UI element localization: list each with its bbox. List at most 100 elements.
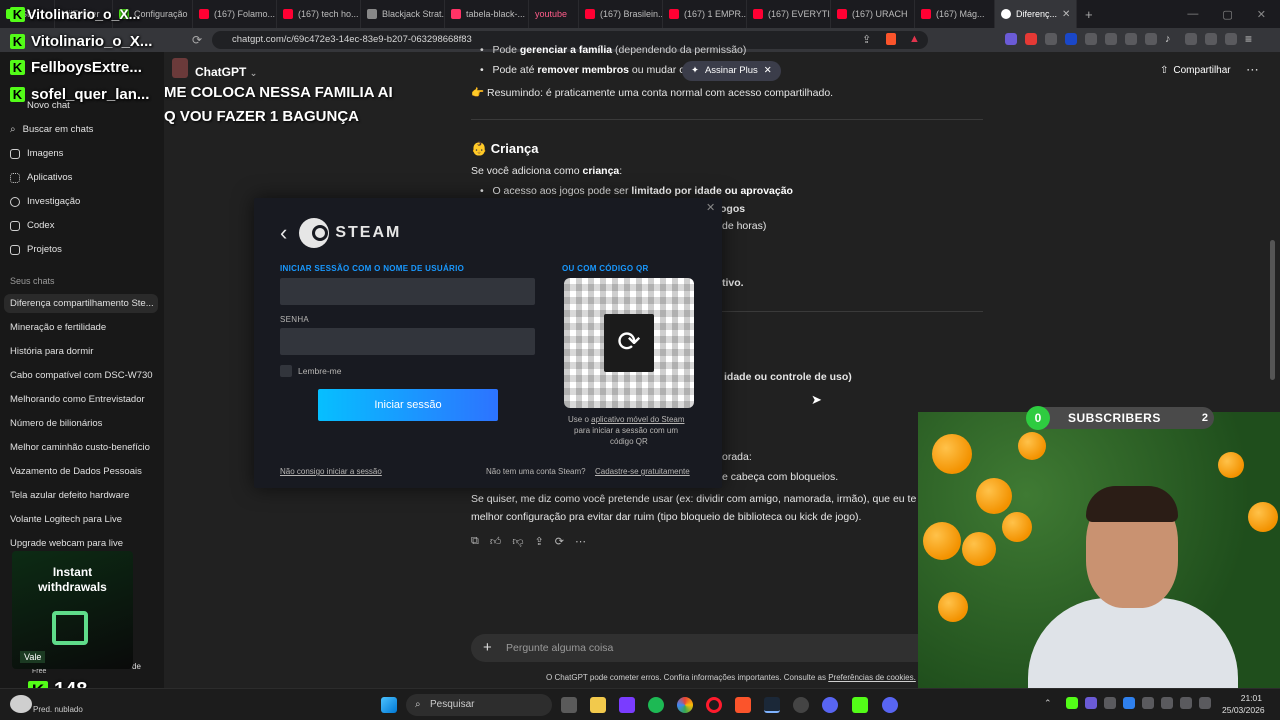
sidebar-item-images[interactable]: Imagens [10, 148, 63, 159]
extension-icon[interactable] [1065, 33, 1077, 45]
brave-icon[interactable] [735, 697, 751, 713]
tray-icon[interactable] [1085, 697, 1097, 709]
task-view-icon[interactable] [561, 697, 577, 713]
volume-icon[interactable] [1180, 697, 1192, 709]
sidebar-item-projects[interactable]: Projetos [10, 244, 62, 255]
menu-icon[interactable]: ≡ [1245, 33, 1257, 45]
discord-icon[interactable] [882, 697, 898, 713]
extension-icon[interactable] [1105, 33, 1117, 45]
windows-start-icon[interactable] [381, 697, 397, 713]
opera-icon[interactable] [706, 697, 722, 713]
sidebar-item-research[interactable]: Investigação [10, 196, 80, 207]
chat-item[interactable]: Mineração e fertilidade [10, 322, 106, 333]
sidebar-item-search[interactable]: ⌕ Buscar em chats [10, 124, 93, 135]
music-icon[interactable]: ♪ [1165, 33, 1177, 45]
thumbs-up-icon[interactable]: 👍︎ [490, 535, 502, 548]
browser-tab[interactable]: (167) Folamo... [193, 0, 277, 28]
browser-tab[interactable]: (167) URACH [831, 0, 915, 28]
brave-rewards-icon[interactable]: ▲ [909, 33, 920, 45]
extension-icon[interactable] [1005, 33, 1017, 45]
share-button[interactable]: ⇧ Compartilhar [1160, 65, 1231, 76]
chrome-icon[interactable] [677, 697, 693, 713]
new-tab-button[interactable]: + [1077, 7, 1101, 22]
chat-item-active[interactable]: Diferença compartilhamento Ste... [4, 294, 158, 313]
browser-tab[interactable]: Blackjack Strat... [361, 0, 445, 28]
app-icon[interactable] [619, 697, 635, 713]
share-icon[interactable]: ⇪ [535, 535, 544, 548]
username-input[interactable] [280, 278, 535, 305]
gamepad-icon[interactable] [1045, 33, 1057, 45]
wallet-icon[interactable] [1205, 33, 1217, 45]
thumbs-down-icon[interactable]: 👎︎ [512, 535, 523, 548]
steam-icon[interactable] [764, 697, 780, 713]
signup-link[interactable]: Cadastre-se gratuitamente [595, 467, 690, 476]
bluetooth-icon[interactable] [1123, 697, 1135, 709]
sidebar-toggle-icon[interactable] [1185, 33, 1197, 45]
browser-tab[interactable]: (167) tech ho... [277, 0, 361, 28]
sidebar-item-codex[interactable]: Codex [10, 220, 54, 231]
chat-item[interactable]: Tela azular defeito hardware [10, 490, 129, 501]
browser-tab[interactable]: (167) EVERYTI... [747, 0, 831, 28]
kick-app-icon[interactable] [852, 697, 868, 713]
vpn-icon[interactable] [1225, 33, 1237, 45]
close-icon[interactable]: ✕ [1062, 9, 1070, 20]
taskbar-search[interactable]: ⌕ Pesquisar [406, 694, 552, 716]
clock[interactable]: 21:01 25/03/2026 [1222, 693, 1265, 715]
password-input[interactable] [280, 328, 535, 355]
back-arrow-icon[interactable]: ‹ [280, 220, 287, 246]
puzzle-icon[interactable] [1125, 33, 1137, 45]
tray-icon[interactable] [1104, 697, 1116, 709]
cookie-preferences-link[interactable]: Preferências de cookies. [828, 673, 916, 682]
reload-button[interactable]: ⟳ [186, 33, 208, 47]
close-window-button[interactable]: ✕ [1257, 8, 1266, 21]
browser-tab[interactable]: (167) Brasilein... [579, 0, 663, 28]
browser-tab[interactable]: youtube [529, 0, 579, 28]
browser-tab[interactable]: (167) 1 EMPR... [663, 0, 747, 28]
mic-icon[interactable] [1142, 697, 1154, 709]
file-explorer-icon[interactable] [590, 697, 606, 713]
extension-icon[interactable] [1025, 33, 1037, 45]
more-icon[interactable]: ⋯ [575, 535, 586, 548]
tray-icon[interactable] [1066, 697, 1078, 709]
browser-tab-active[interactable]: Diferenç... ✕ [995, 0, 1077, 28]
remember-me[interactable]: Lembre-me [280, 365, 341, 377]
regenerate-icon[interactable]: ⟳ [555, 535, 564, 548]
sidebar-item-apps[interactable]: Aplicativos [10, 172, 72, 183]
browser-tab[interactable]: tabela-black-... [445, 0, 529, 28]
chat-item[interactable]: Volante Logitech para Live [10, 514, 122, 525]
copy-icon[interactable]: ⧉ [471, 535, 479, 548]
extension-icon[interactable] [1145, 33, 1157, 45]
minimize-button[interactable]: — [1187, 8, 1198, 21]
brave-shield-icon[interactable] [886, 33, 896, 45]
spotify-icon[interactable] [648, 697, 664, 713]
model-selector[interactable]: ChatGPT ⌄ [195, 65, 257, 79]
close-icon[interactable]: ✕ [706, 201, 715, 214]
sign-in-button[interactable]: Iniciar sessão [318, 389, 498, 421]
upgrade-plus-pill[interactable]: ✦ Assinar Plus ✕ [682, 61, 781, 81]
share-page-icon[interactable]: ⇪ [862, 33, 871, 46]
cant-sign-in-link[interactable]: Não consigo iniciar a sessão [280, 467, 382, 476]
plus-icon[interactable]: + [483, 639, 492, 656]
scrollbar[interactable] [1270, 240, 1275, 380]
chat-item[interactable]: Cabo compatível com DSC-W730 [10, 370, 153, 381]
weather-icon[interactable] [10, 695, 32, 713]
chat-item[interactable]: História para dormir [10, 346, 93, 357]
browser-tab[interactable]: (167) Mág... [915, 0, 995, 28]
refresh-icon[interactable]: ⟳ [604, 314, 654, 372]
more-options-icon[interactable]: ⋯ [1246, 62, 1259, 78]
tray-chevron-icon[interactable]: ⌃ [1044, 698, 1052, 709]
chat-item[interactable]: Melhor caminhão custo-benefício [10, 442, 150, 453]
obs-icon[interactable] [793, 697, 809, 713]
chat-item[interactable]: Vazamento de Dados Pessoais [10, 466, 142, 477]
remember-checkbox[interactable] [280, 365, 292, 377]
close-icon[interactable]: ✕ [764, 61, 772, 81]
app-icon[interactable] [822, 697, 838, 713]
extension-icon[interactable] [1085, 33, 1097, 45]
battery-icon[interactable] [1199, 697, 1211, 709]
network-icon[interactable] [1161, 697, 1173, 709]
chat-item[interactable]: Número de bilionários [10, 418, 102, 429]
steam-app-link[interactable]: aplicativo móvel do Steam [591, 415, 684, 424]
chat-item[interactable]: Upgrade webcam para live [10, 538, 123, 549]
chat-item[interactable]: Melhorando como Entrevistador [10, 394, 145, 405]
maximize-button[interactable]: ▢ [1222, 8, 1232, 21]
